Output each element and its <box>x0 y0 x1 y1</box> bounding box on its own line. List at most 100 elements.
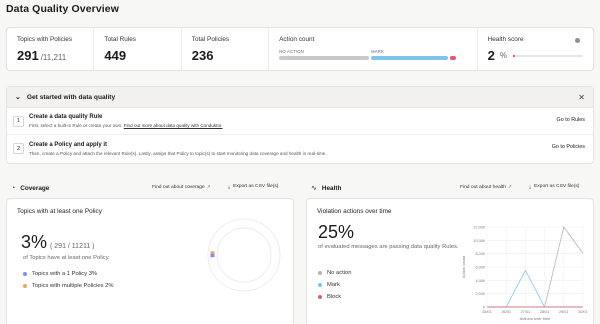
kpi-label: Topics with Policies <box>17 36 73 43</box>
health-export-label: Export as CSV file(s) <box>534 184 580 189</box>
legend-label: Topics with a 1 Policy 3% <box>32 271 98 277</box>
kpi-topics-with-policies: Topics with Policies 291/11,211 <box>7 28 95 70</box>
x-tick-label: 25/01 <box>482 310 492 314</box>
mark-segment <box>371 56 449 60</box>
download-icon: ⤓ <box>529 184 532 189</box>
legend-dot <box>318 271 322 275</box>
kpi-value: 236 <box>191 48 214 63</box>
health-find-out-link[interactable]: Find out about health ↗ <box>460 184 512 190</box>
go-to-rules-button[interactable]: Go to Rules <box>557 117 585 123</box>
coverage-find-out-link[interactable]: Find out about coverage ↗ <box>152 184 211 190</box>
coverage-find-out-label: Find out about coverage <box>152 184 205 190</box>
x-tick-label: 30/01 <box>578 310 587 314</box>
kpi-label: Total Policies <box>191 36 230 43</box>
external-link-icon: ↗ <box>206 184 211 189</box>
kpi-row: Topics with Policies 291/11,211 Total Ru… <box>6 27 594 71</box>
legend-item-no-action: No action <box>318 270 352 276</box>
violation-actions-chart: 0 2,000 4,000 6,000 8,000 10,000 12,000 25/01 26… <box>461 226 587 322</box>
step-number: 2 <box>13 143 24 154</box>
kpi-label: Health score <box>487 36 524 43</box>
health-find-out-label: Find out about health <box>460 184 506 190</box>
health-score-unit: % <box>499 51 507 60</box>
topics-count: 291 <box>17 48 39 63</box>
go-to-policies-button[interactable]: Go to Policies <box>552 144 585 150</box>
no-action-segment <box>279 56 370 60</box>
legend-dot <box>23 284 27 288</box>
no-action-label: NO ACTION <box>279 49 305 54</box>
legend-item-multiple-policies: Topics with multiple Policies 2% <box>23 283 114 289</box>
close-icon[interactable]: ✕ <box>578 93 585 102</box>
kpi-value: 291/11,211 <box>17 48 83 63</box>
x-tick-label: 27/01 <box>521 310 531 314</box>
coverage-donut-chart <box>207 218 281 292</box>
health-score-bar <box>513 54 583 57</box>
chevron-down-icon[interactable]: ⌄ <box>15 93 21 101</box>
action-count-bar <box>279 56 466 60</box>
step-description: Then, create a Policy and attach the rel… <box>29 150 327 156</box>
kpi-action-count: Action count NO ACTION MARK <box>269 28 478 70</box>
coverage-header: ◔ Coverage <box>11 181 49 195</box>
kpi-label: Action count <box>279 36 315 43</box>
legend-label: Topics with multiple Policies 2% <box>32 283 114 289</box>
step-title: Create a Policy and apply it <box>29 141 108 148</box>
y-tick-label: 6,000 <box>475 266 485 270</box>
health-card: Violation actions over time 25% of evalu… <box>306 198 594 324</box>
kpi-health-score: Health score 2% <box>478 28 593 70</box>
coverage-card-title: Topics with at least one Policy <box>17 208 102 215</box>
step-title: Create a data quality Rule <box>29 114 103 120</box>
y-tick-label: 4,000 <box>475 279 485 283</box>
coverage-card: Topics with at least one Policy 3%( 291 … <box>6 198 294 324</box>
health-export-button[interactable]: ⤓ Export as CSV file(s) <box>529 184 579 189</box>
donut-outer-ring <box>207 218 281 292</box>
x-tick-label: 26/01 <box>501 310 511 314</box>
health-percent: 25% <box>318 222 355 242</box>
coverage-percent-row: 3%( 291 / 11211 ) <box>21 232 95 253</box>
health-score-fill <box>513 54 515 57</box>
page-title: Data Quality Overview <box>6 3 119 15</box>
block-segment <box>450 56 457 60</box>
coverage-export-button[interactable]: ⤓ Export as CSV file(s) <box>228 184 278 189</box>
y-tick-label: 0 <box>483 306 485 310</box>
kpi-value: 449 <box>104 48 127 63</box>
get-started-step-1: 1 Create a data quality Rule First, sele… <box>7 108 593 135</box>
legend-label: Block <box>327 294 342 300</box>
coverage-description: of Topics have at least one Policy. <box>23 255 110 261</box>
y-tick-label: 10,000 <box>473 239 485 243</box>
download-icon: ⤓ <box>228 184 231 189</box>
coverage-ratio: ( 291 / 11211 ) <box>50 243 95 250</box>
action-count-labels: NO ACTION MARK <box>279 49 466 54</box>
kpi-value: 2% <box>488 48 583 63</box>
get-started-step-2: 2 Create a Policy and apply it Then, cre… <box>7 135 593 162</box>
external-link-icon: ↗ <box>507 184 512 189</box>
info-icon[interactable] <box>575 38 580 43</box>
health-percent-row: 25% <box>318 222 354 243</box>
legend-item-one-policy: Topics with a 1 Policy 3% <box>23 271 97 277</box>
legend-dot <box>318 283 322 287</box>
health-card-title: Violation actions over time <box>317 208 392 215</box>
donut-inner-ring <box>216 227 272 283</box>
step-description: First, select a built-in Rule or create … <box>29 123 223 128</box>
x-tick-label: 28/01 <box>540 310 550 314</box>
health-score-value: 2 <box>487 48 495 63</box>
get-started-header[interactable]: ⌄ Get started with data quality ✕ <box>7 87 593 108</box>
legend-label: No action <box>327 270 352 276</box>
health-description: of evaluated messages are passing data q… <box>318 244 459 250</box>
x-axis-label: Actions over time <box>520 316 551 321</box>
mark-label: MARK <box>371 49 385 54</box>
kpi-total-policies: Total Policies 236 <box>182 28 270 70</box>
legend-label: Mark <box>327 282 340 288</box>
legend-dot <box>23 272 27 276</box>
y-tick-label: 2,000 <box>475 292 485 296</box>
step-description-text: First, select a built-in Rule or create … <box>29 123 123 128</box>
kpi-label: Total Rules <box>104 36 137 43</box>
chart-pie-icon: ◔ <box>11 184 16 192</box>
y-tick-label: 12,000 <box>473 226 485 230</box>
conduktor-docs-link[interactable]: Find out more about data quality with Co… <box>124 123 223 128</box>
x-tick-label: 29/01 <box>559 310 569 314</box>
get-started-title: Get started with data quality <box>26 93 116 101</box>
legend-item-mark: Mark <box>318 282 340 288</box>
coverage-title: Coverage <box>20 184 50 192</box>
health-title: Health <box>321 184 342 192</box>
step-number: 1 <box>13 115 24 127</box>
y-axis-label: Action count <box>461 255 466 278</box>
